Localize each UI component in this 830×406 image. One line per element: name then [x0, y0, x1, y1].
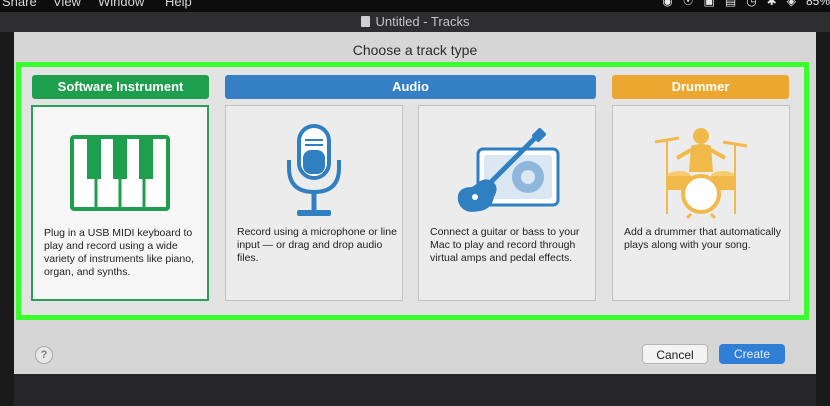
cancel-button[interactable]: Cancel [642, 344, 708, 364]
piano-keyboard-icon [70, 135, 170, 211]
shield-icon[interactable]: ☉ [683, 0, 694, 8]
category-audio[interactable]: Audio [225, 75, 596, 99]
audio-microphone-description: Record using a microphone or line input … [237, 226, 397, 264]
drummer-description: Add a drummer that automatically plays a… [624, 226, 781, 251]
creative-cloud-icon[interactable]: ◉ [662, 0, 672, 8]
microphone-icon [287, 124, 341, 216]
window-titlebar: Untitled - Tracks [0, 12, 830, 32]
track-type-highlight: Software Instrument Audio Drummer Plug i… [16, 62, 809, 320]
software-instrument-card[interactable]: Plug in a USB MIDI keyboard to play and … [31, 105, 209, 301]
category-drummer[interactable]: Drummer [612, 75, 789, 99]
audio-microphone-card[interactable]: Record using a microphone or line input … [225, 105, 403, 301]
left-panel [0, 32, 14, 406]
bluetooth-icon[interactable]: ✱ [767, 0, 777, 8]
time-machine-icon[interactable]: ◷ [746, 0, 756, 8]
menu-bar: Share View Window Help ◉ ☉ ▣ ▤ ◷ ✱ ◈ 85% [0, 0, 830, 12]
new-track-dialog: Choose a track type Software Instrument … [14, 32, 816, 374]
menu-share[interactable]: Share [2, 0, 37, 9]
display-icon[interactable]: ▤ [725, 0, 736, 8]
wifi-icon[interactable]: ◈ [787, 0, 796, 8]
dialog-title: Choose a track type [352, 42, 478, 58]
window-title: Untitled - Tracks [375, 14, 470, 29]
menu-help[interactable]: Help [165, 0, 192, 9]
guitar-amp-icon [457, 128, 560, 212]
status-icons: ◉ ☉ ▣ ▤ ◷ ✱ ◈ 85% [662, 0, 830, 8]
drummer-icon [654, 128, 748, 220]
menu-view[interactable]: View [53, 0, 81, 9]
battery-percent[interactable]: 85% [806, 0, 830, 8]
screen-icon[interactable]: ▣ [704, 0, 715, 8]
drummer-card[interactable]: Add a drummer that automatically plays a… [612, 105, 790, 301]
help-button[interactable]: ? [35, 346, 53, 364]
audio-guitar-card[interactable]: Connect a guitar or bass to your Mac to … [418, 105, 596, 301]
software-instrument-description: Plug in a USB MIDI keyboard to play and … [44, 227, 194, 278]
category-software-instrument[interactable]: Software Instrument [32, 75, 209, 99]
document-icon [360, 16, 370, 27]
audio-guitar-description: Connect a guitar or bass to your Mac to … [430, 226, 580, 264]
menu-window[interactable]: Window [98, 0, 144, 9]
create-button[interactable]: Create [719, 344, 785, 364]
right-panel [816, 32, 830, 406]
